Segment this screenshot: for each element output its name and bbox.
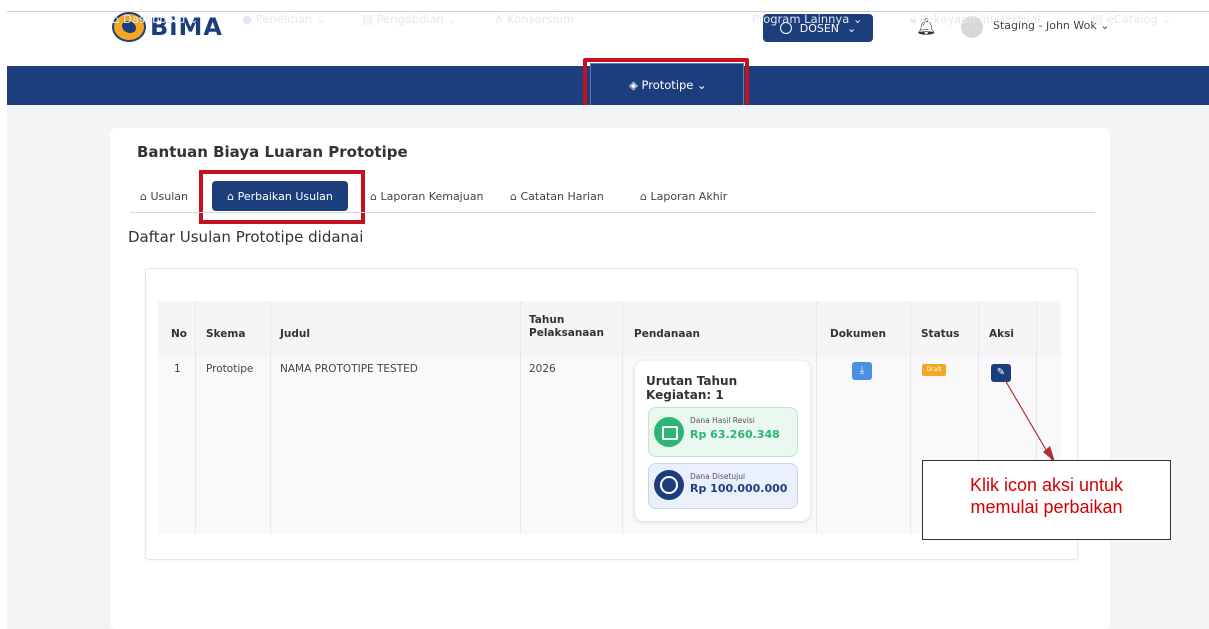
arrow-line bbox=[1004, 379, 1053, 461]
annotation-callout: Klik icon aksi untuk memulai perbaikan bbox=[922, 460, 1171, 540]
annotation-line-1: Klik icon aksi untuk bbox=[969, 475, 1124, 495]
annotation-line-2: memulai perbaikan bbox=[970, 497, 1123, 517]
